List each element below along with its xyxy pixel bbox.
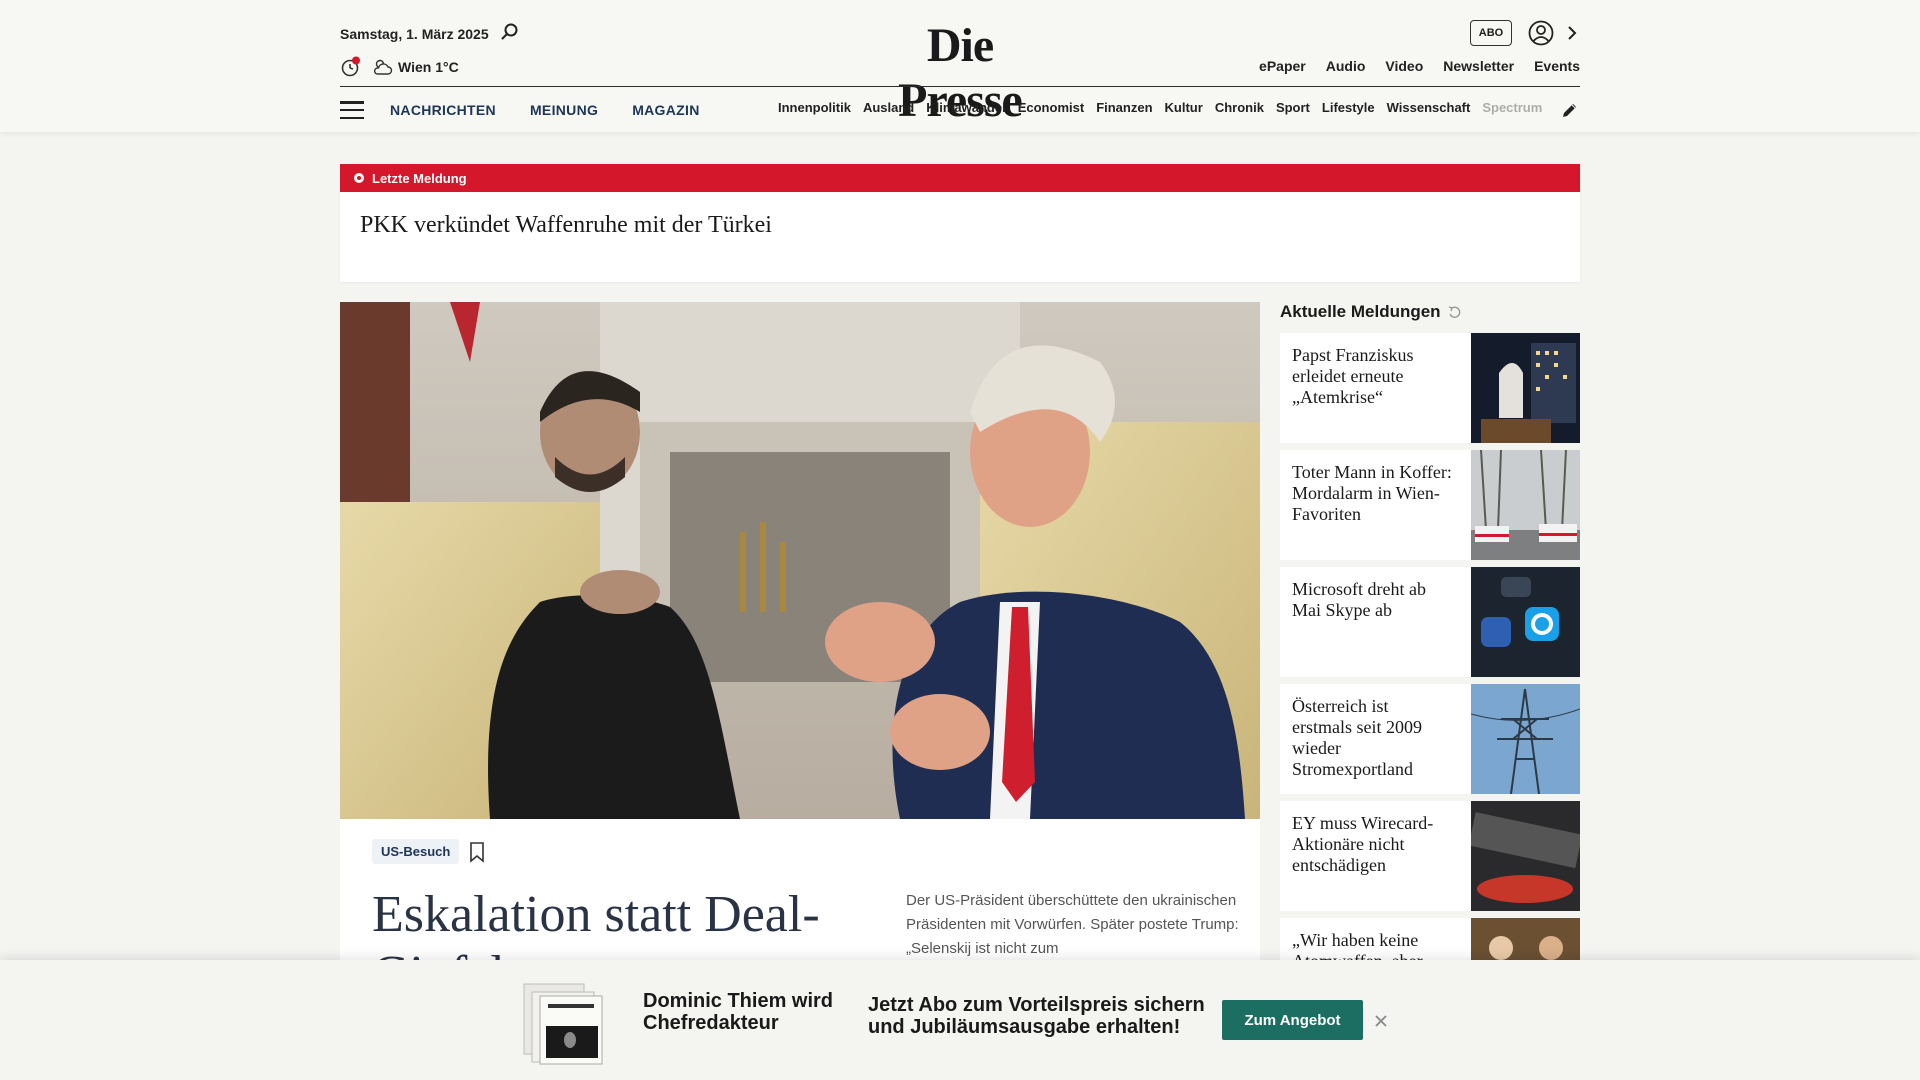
article-tag[interactable]: US-Besuch [372, 839, 460, 864]
nav-ausland[interactable]: Ausland [863, 100, 914, 115]
promo-cta-button[interactable]: Zum Angebot [1222, 1000, 1363, 1040]
top-links: ePaper Audio Video Newsletter Events [1259, 58, 1580, 74]
link-epaper[interactable]: ePaper [1259, 58, 1306, 74]
search-icon[interactable] [500, 22, 520, 42]
site-header: Samstag, 1. März 2025 Wien 1°C Die Press… [0, 0, 1920, 132]
news-item-headline: Toter Mann in Koffer: Mordalarm in Wien-… [1292, 462, 1452, 524]
weather-label[interactable]: Wien 1°C [398, 59, 459, 75]
news-item-thumbnail [1471, 333, 1580, 443]
refresh-icon [1448, 306, 1460, 318]
news-item[interactable]: Toter Mann in Koffer: Mordalarm in Wien-… [1280, 450, 1580, 560]
news-item-thumbnail [1471, 567, 1580, 677]
nav-klimawandel[interactable]: Klimawandel [926, 100, 1005, 115]
news-item-headline: Österreich ist erstmals seit 2009 wieder… [1292, 696, 1422, 779]
news-item-headline: Papst Franziskus erleidet erneute „Atemk… [1292, 345, 1414, 407]
menu-icon[interactable] [340, 101, 364, 119]
nav-magazin[interactable]: MAGAZIN [632, 102, 699, 118]
nav-finanzen[interactable]: Finanzen [1096, 100, 1152, 115]
main-nav: NACHRICHTEN MEINUNG MAGAZIN [340, 98, 734, 122]
news-item-headline: Microsoft dreht ab Mai Skype ab [1292, 579, 1426, 620]
header-inner: Samstag, 1. März 2025 Wien 1°C Die Press… [340, 0, 1580, 132]
pencil-icon[interactable] [1560, 100, 1580, 120]
bookmark-icon[interactable] [468, 841, 486, 863]
news-thumbnail-illustration [1471, 450, 1580, 560]
breaking-headline[interactable]: PKK verkündet Waffenruhe mit der Türkei [340, 192, 1580, 239]
nav-lifestyle[interactable]: Lifestyle [1322, 100, 1375, 115]
nav-wissenschaft[interactable]: Wissenschaft [1387, 100, 1471, 115]
newspaper-stack-icon [523, 983, 603, 1065]
current-date: Samstag, 1. März 2025 [340, 26, 489, 42]
news-item[interactable]: Papst Franziskus erleidet erneute „Atemk… [1280, 333, 1580, 443]
hero-image[interactable] [340, 302, 1260, 819]
nav-nachrichten[interactable]: NACHRICHTEN [390, 102, 496, 118]
notification-clock-icon[interactable] [340, 56, 362, 78]
sidebar-title-text: Aktuelle Meldungen [1280, 302, 1441, 321]
nav-kultur[interactable]: Kultur [1165, 100, 1203, 115]
subscription-promo-banner: Dominic Thiem wird Chefredakteur Jetzt A… [0, 960, 1920, 1080]
link-newsletter[interactable]: Newsletter [1443, 58, 1514, 74]
news-item-headline: EY muss Wirecard-Aktionäre nicht entschä… [1292, 813, 1434, 875]
news-thumbnail-illustration [1471, 567, 1580, 677]
nav-economist[interactable]: Economist [1018, 100, 1084, 115]
close-icon[interactable] [1372, 1012, 1390, 1030]
news-thumbnail-illustration [1471, 333, 1580, 443]
promo-offer-text: Jetzt Abo zum Vorteilspreis sichern und … [868, 994, 1205, 1038]
link-events[interactable]: Events [1534, 58, 1580, 74]
sidebar-title[interactable]: Aktuelle Meldungen [1280, 302, 1463, 322]
weather-cloud-icon [373, 59, 393, 75]
user-account-icon[interactable] [1528, 20, 1554, 46]
news-item-thumbnail [1471, 801, 1580, 911]
news-item-thumbnail [1471, 450, 1580, 560]
live-dot-icon [354, 173, 364, 183]
link-video[interactable]: Video [1385, 58, 1423, 74]
nav-meinung[interactable]: MEINUNG [530, 102, 598, 118]
promo-headline: Dominic Thiem wird Chefredakteur [643, 990, 834, 1034]
news-item[interactable]: Österreich ist erstmals seit 2009 wieder… [1280, 684, 1580, 794]
weather-row: Wien 1°C [340, 56, 459, 78]
news-item-thumbnail [1471, 684, 1580, 794]
main-teaser: Der US-Präsident überschüttete den ukrai… [906, 892, 1239, 957]
news-item[interactable]: Microsoft dreht ab Mai Skype ab [1280, 567, 1580, 677]
link-audio[interactable]: Audio [1326, 58, 1366, 74]
nav-chronik[interactable]: Chronik [1215, 100, 1264, 115]
breaking-news-bar: Letzte Meldung [340, 164, 1580, 192]
news-thumbnail-illustration [1471, 801, 1580, 911]
news-thumbnail-illustration [1471, 684, 1580, 794]
hero-photo-illustration [340, 302, 1260, 819]
nav-spectrum[interactable]: Spectrum [1482, 100, 1542, 115]
main-article-card[interactable]: US-Besuch Eskalation statt Deal-Gipfel D… [340, 819, 1260, 1003]
breaking-label: Letzte Meldung [372, 170, 467, 186]
nav-innenpolitik[interactable]: Innenpolitik [778, 100, 851, 115]
chevron-right-icon[interactable] [1564, 22, 1580, 44]
breaking-news-box[interactable]: Letzte Meldung PKK verkündet Waffenruhe … [340, 164, 1580, 282]
abo-button[interactable]: ABO [1470, 20, 1512, 46]
section-nav: Innenpolitik Ausland Klimawandel Economi… [778, 100, 1562, 115]
news-item[interactable]: EY muss Wirecard-Aktionäre nicht entschä… [1280, 801, 1580, 911]
nav-sport[interactable]: Sport [1276, 100, 1310, 115]
header-divider [340, 86, 1580, 87]
